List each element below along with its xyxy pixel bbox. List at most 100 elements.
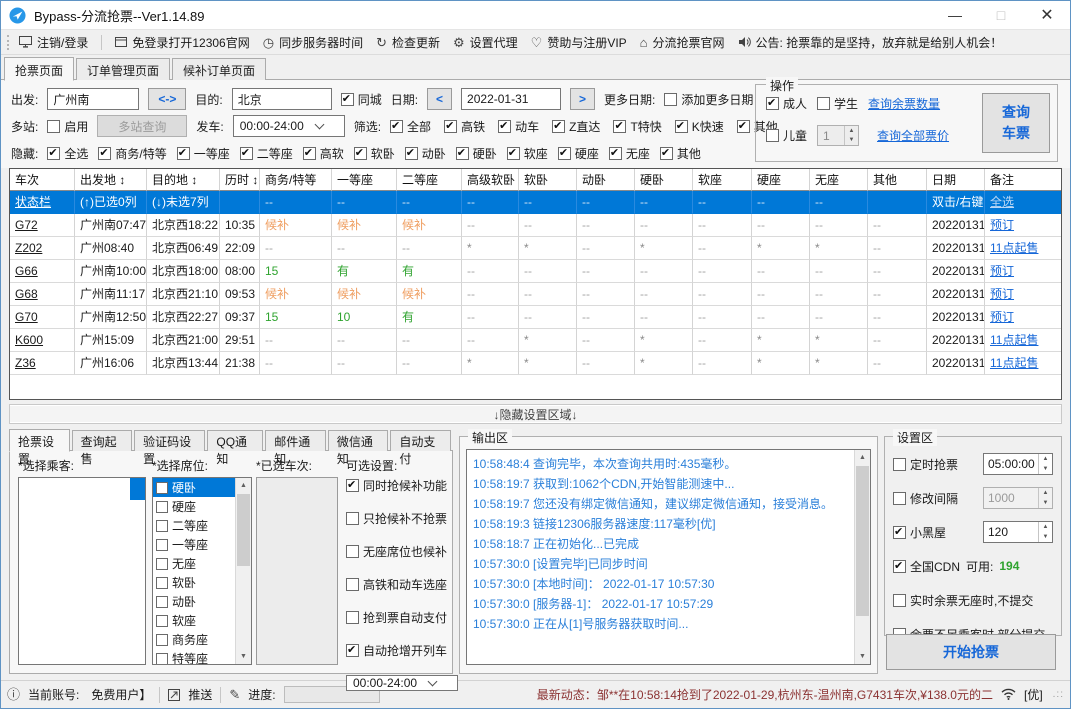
page-tab-2[interactable]: 候补订单页面 bbox=[172, 58, 267, 80]
seat-item[interactable]: 特等座 bbox=[153, 649, 235, 664]
option-checkbox[interactable]: 高铁和动车选座 bbox=[346, 576, 448, 593]
table-header-cell[interactable]: 硬座 bbox=[752, 169, 810, 191]
output-scrollbar[interactable]: ▲ ▼ bbox=[854, 450, 870, 664]
hide-checkbox[interactable]: 二等座 bbox=[239, 145, 293, 162]
table-header-cell[interactable]: 软卧 bbox=[519, 169, 577, 191]
date-input[interactable]: 2022-01-31 bbox=[461, 88, 562, 110]
next-date-button[interactable]: > bbox=[570, 88, 596, 110]
grab-tab-6[interactable]: 自动支付 bbox=[390, 430, 451, 466]
child-checkbox[interactable]: 儿童 bbox=[766, 127, 807, 144]
grab-tab-3[interactable]: QQ通知 bbox=[207, 430, 264, 466]
table-header-cell[interactable]: 动卧 bbox=[577, 169, 635, 191]
table-header-cell[interactable]: 二等座 bbox=[397, 169, 462, 191]
spinner-arrows-icon[interactable]: ▲ ▼ bbox=[844, 126, 858, 145]
option-checkbox[interactable]: 自动抢增开列车 bbox=[346, 642, 448, 659]
table-cell-link[interactable]: Z36 bbox=[10, 352, 75, 375]
table-cell-link[interactable]: 11点起售 bbox=[985, 352, 1061, 375]
hide-checkbox[interactable]: 软座 bbox=[506, 145, 548, 162]
query-tickets-button[interactable]: 查询 车票 bbox=[982, 93, 1050, 153]
same-city-checkbox[interactable]: 同城 bbox=[340, 91, 382, 108]
table-header-cell[interactable]: 日期 bbox=[927, 169, 985, 191]
table-cell-link[interactable]: G68 bbox=[10, 283, 75, 306]
minimize-button[interactable]: — bbox=[932, 1, 978, 29]
table-header-cell[interactable]: 目的地 ↕ bbox=[147, 169, 220, 191]
filter-checkbox[interactable]: K快速 bbox=[674, 118, 724, 135]
toolbar-item[interactable]: ◷ 同步服务器时间 bbox=[263, 34, 363, 51]
child-count-spinner[interactable]: 1 ▲ ▼ bbox=[817, 125, 860, 146]
table-header-cell[interactable]: 软座 bbox=[693, 169, 752, 191]
toolbar-item[interactable]: 公告: 抢票靠的是坚持，放弃就是给别人机会！ bbox=[738, 34, 1002, 51]
hide-checkbox[interactable]: 其他 bbox=[659, 145, 701, 162]
seat-list[interactable]: ▲ ▼ 硬卧 硬座 二等座 一等座 无座 软卧 动卧 软座 商务座 特等座 bbox=[152, 477, 252, 665]
table-header-cell[interactable]: 备注 bbox=[985, 169, 1061, 191]
option-checkbox[interactable]: 只抢候补不抢票 bbox=[346, 510, 448, 527]
push-button[interactable]: 推送 bbox=[188, 686, 212, 703]
table-row[interactable]: Z36 广州16:06 北京西13:44 21:38 -- -- -- * * -- * -- * * --… bbox=[10, 352, 1061, 375]
query-price-link[interactable]: 查询全部票价 bbox=[877, 127, 949, 144]
table-cell-link[interactable]: 预订 bbox=[985, 283, 1061, 306]
hide-checkbox[interactable]: 软卧 bbox=[353, 145, 395, 162]
hide-checkbox[interactable]: 高软 bbox=[302, 145, 344, 162]
dest-input[interactable]: 北京 bbox=[231, 88, 332, 110]
table-header-cell[interactable]: 无座 bbox=[810, 169, 868, 191]
seat-item[interactable]: 硬座 bbox=[153, 497, 235, 516]
multi-enable-checkbox[interactable]: 启用 bbox=[47, 118, 88, 135]
adult-checkbox[interactable]: 成人 bbox=[766, 95, 807, 112]
student-checkbox[interactable]: 学生 bbox=[817, 95, 858, 112]
table-cell-link[interactable]: G66 bbox=[10, 260, 75, 283]
depart-time-select[interactable]: 00:00-24:00 bbox=[232, 115, 345, 137]
seat-item[interactable]: 动卧 bbox=[153, 592, 235, 611]
option-time-select[interactable]: 00:00-24:00 bbox=[346, 675, 458, 691]
query-remaining-link[interactable]: 查询余票数量 bbox=[868, 95, 940, 112]
add-more-dates-checkbox[interactable]: 添加更多日期 bbox=[664, 91, 753, 108]
seat-list-scrollbar[interactable]: ▲ ▼ bbox=[235, 478, 251, 664]
timed-grab-checkbox[interactable]: 定时抢票 bbox=[893, 456, 958, 473]
toolbar-item[interactable]: 注销/登录 bbox=[19, 34, 88, 51]
table-header-cell[interactable]: 硬卧 bbox=[635, 169, 693, 191]
table-header-cell[interactable]: 高级软卧 bbox=[462, 169, 519, 191]
close-button[interactable]: ✕ bbox=[1024, 1, 1070, 29]
blackroom-spinner[interactable]: 120 ▲ ▼ bbox=[983, 521, 1053, 543]
output-log[interactable]: ▲ ▼ 10:58:48:4 查询完毕，本次查询共用时:435毫秒。 10:58:… bbox=[466, 449, 871, 665]
spinner-arrows-icon[interactable]: ▲ ▼ bbox=[1038, 522, 1052, 542]
seat-item[interactable]: 二等座 bbox=[153, 516, 235, 535]
table-row[interactable]: Z202 广州08:40 北京西06:49 22:09 -- -- -- * * -- * -- * * -… bbox=[10, 237, 1061, 260]
passenger-list[interactable] bbox=[18, 477, 146, 665]
page-tab-1[interactable]: 订单管理页面 bbox=[76, 58, 171, 80]
filter-checkbox[interactable]: Z直达 bbox=[552, 118, 600, 135]
table-cell-link[interactable]: 状态栏 bbox=[10, 191, 75, 214]
depart-input[interactable]: 广州南 bbox=[47, 88, 140, 110]
grab-tab-0[interactable]: 抢票设置 bbox=[9, 429, 70, 466]
prev-date-button[interactable]: < bbox=[427, 88, 453, 110]
hide-checkbox[interactable]: 全选 bbox=[47, 145, 88, 162]
scrollbar-thumb[interactable] bbox=[237, 494, 250, 566]
scroll-down-icon[interactable]: ▼ bbox=[236, 649, 251, 664]
table-cell-link[interactable]: G70 bbox=[10, 306, 75, 329]
grab-tab-1[interactable]: 查询起售 bbox=[71, 430, 133, 466]
passenger-list-scrollbar[interactable] bbox=[130, 478, 145, 500]
toolbar-item[interactable]: ⚙ 设置代理 bbox=[453, 34, 518, 51]
maximize-button[interactable]: □ bbox=[978, 1, 1024, 29]
hide-settings-divider[interactable]: ↓隐藏设置区域↓ bbox=[9, 404, 1062, 424]
table-cell-link[interactable]: Z202 bbox=[10, 237, 75, 260]
table-cell-link[interactable]: 预订 bbox=[985, 306, 1061, 329]
table-row[interactable]: G70 广州南12:50 北京西22:27 09:37 15 10 有 -- -- -- -- -- -… bbox=[10, 306, 1061, 329]
swap-stations-button[interactable]: <-> bbox=[148, 88, 187, 110]
filter-checkbox[interactable]: T特快 bbox=[613, 118, 662, 135]
option-checkbox[interactable]: 抢到票自动支付 bbox=[346, 609, 448, 626]
page-tab-0[interactable]: 抢票页面 bbox=[4, 57, 75, 81]
hide-checkbox[interactable]: 无座 bbox=[608, 145, 650, 162]
option-checkbox[interactable]: 同时抢候补功能 bbox=[346, 477, 448, 494]
resize-grip[interactable]: .:: bbox=[1053, 689, 1064, 700]
table-header-cell[interactable]: 出发地 ↕ bbox=[75, 169, 147, 191]
hide-checkbox[interactable]: 商务/特等 bbox=[98, 145, 167, 162]
table-cell-link[interactable]: 预订 bbox=[985, 260, 1061, 283]
cdn-checkbox[interactable]: 全国CDN bbox=[893, 558, 960, 575]
grab-tab-2[interactable]: 验证码设置 bbox=[134, 430, 206, 466]
table-row[interactable]: 状态栏 (↑)已选0列 (↓)未选7列 -- -- -- -- -- -- -- -- -- -- 双击/… bbox=[10, 191, 1061, 214]
spinner-arrows-icon[interactable]: ▲ ▼ bbox=[1038, 488, 1052, 508]
interval-checkbox[interactable]: 修改间隔 bbox=[893, 490, 958, 507]
filter-checkbox[interactable]: 全部 bbox=[390, 118, 431, 135]
selected-trains-box[interactable] bbox=[256, 477, 338, 665]
multi-query-button[interactable]: 多站查询 bbox=[97, 115, 188, 137]
